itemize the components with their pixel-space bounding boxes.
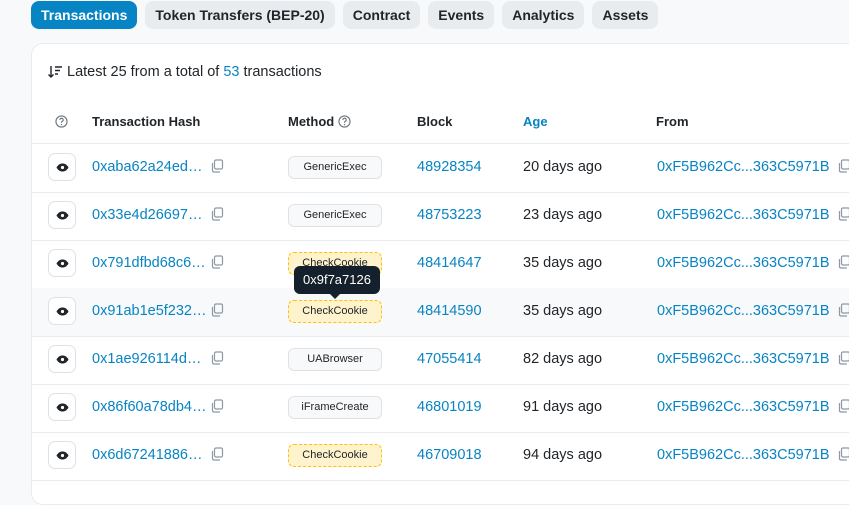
copy-icon[interactable] (210, 351, 224, 365)
table-row: 0xaba62a24ed… GenericExec 48928354 20 da… (32, 144, 849, 193)
column-method: Method (288, 114, 351, 129)
summary-prefix: Latest 25 from a total of (67, 64, 219, 80)
age-text: 82 days ago (523, 351, 602, 367)
preview-eye-button[interactable] (48, 201, 76, 229)
from-address-link[interactable]: 0xF5B962Cc...363C5971B (657, 351, 830, 367)
transactions-summary: Latest 25 from a total of 53 transaction… (47, 64, 322, 80)
block-link[interactable]: 46801019 (417, 399, 482, 415)
sort-descending-icon (47, 64, 63, 80)
table-row: 0x6d67241886… CheckCookie 46709018 94 da… (32, 432, 849, 481)
column-from: From (656, 114, 689, 129)
tab-token-transfers[interactable]: Token Transfers (BEP-20) (145, 1, 334, 29)
preview-eye-button[interactable] (48, 345, 76, 373)
from-address-link[interactable]: 0xF5B962Cc...363C5971B (657, 399, 830, 415)
copy-icon[interactable] (837, 399, 849, 413)
transaction-hash-link[interactable]: 0xaba62a24ed… (92, 159, 202, 175)
copy-icon[interactable] (837, 207, 849, 221)
table-row: 0x33e4d26697… GenericExec 48753223 23 da… (32, 192, 849, 241)
tab-analytics[interactable]: Analytics (502, 1, 584, 29)
copy-icon[interactable] (837, 351, 849, 365)
preview-eye-button[interactable] (48, 393, 76, 421)
tab-transactions[interactable]: Transactions (31, 1, 137, 29)
age-text: 20 days ago (523, 159, 602, 175)
tab-contract[interactable]: Contract (343, 1, 421, 29)
column-age-toggle[interactable]: Age (523, 114, 548, 129)
copy-icon[interactable] (210, 447, 224, 461)
block-link[interactable]: 48414647 (417, 255, 482, 271)
copy-icon[interactable] (837, 447, 849, 461)
table-header: Transaction Hash Method Block Age From (32, 100, 849, 144)
transaction-count-link[interactable]: 53 (223, 64, 239, 80)
tab-assets[interactable]: Assets (592, 1, 658, 29)
transaction-hash-link[interactable]: 0x791dfbd68c6… (92, 255, 206, 271)
eye-icon (56, 211, 69, 220)
column-transaction-hash: Transaction Hash (92, 114, 200, 129)
method-badge: UABrowser (288, 348, 382, 371)
age-text: 23 days ago (523, 207, 602, 223)
block-link[interactable]: 48414590 (417, 303, 482, 319)
eye-icon (56, 307, 69, 316)
tab-bar: Transactions Token Transfers (BEP-20) Co… (31, 1, 658, 29)
from-address-link[interactable]: 0xF5B962Cc...363C5971B (657, 447, 830, 463)
block-link[interactable]: 46709018 (417, 447, 482, 463)
copy-icon[interactable] (210, 207, 224, 221)
eye-icon (56, 259, 69, 268)
preview-eye-button[interactable] (48, 249, 76, 277)
transaction-hash-link[interactable]: 0x1ae926114d… (92, 351, 201, 367)
block-link[interactable]: 48928354 (417, 159, 482, 175)
method-id-tooltip: 0x9f7a7126 (294, 266, 380, 294)
age-text: 94 days ago (523, 447, 602, 463)
block-link[interactable]: 47055414 (417, 351, 482, 367)
age-text: 91 days ago (523, 399, 602, 415)
eye-icon (56, 403, 69, 412)
transaction-hash-link[interactable]: 0x91ab1e5f232… (92, 303, 207, 319)
copy-icon[interactable] (210, 399, 224, 413)
question-circle-icon[interactable] (338, 115, 351, 128)
tab-events[interactable]: Events (428, 1, 494, 29)
transaction-hash-link[interactable]: 0x86f60a78db4… (92, 399, 207, 415)
eye-icon (56, 355, 69, 364)
copy-icon[interactable] (210, 303, 224, 317)
table-row: 0x1ae926114d… UABrowser 47055414 82 days… (32, 336, 849, 385)
column-block: Block (417, 114, 452, 129)
table-row: 0x91ab1e5f232… CheckCookie 48414590 35 d… (32, 288, 849, 337)
preview-eye-button[interactable] (48, 441, 76, 469)
method-badge: CheckCookie (288, 444, 382, 467)
method-badge: iFrameCreate (288, 396, 382, 419)
from-address-link[interactable]: 0xF5B962Cc...363C5971B (657, 159, 830, 175)
from-address-link[interactable]: 0xF5B962Cc...363C5971B (657, 303, 830, 319)
table-row: 0x791dfbd68c6… CheckCookie 48414647 35 d… (32, 240, 849, 289)
column-method-label: Method (288, 114, 334, 129)
block-link[interactable]: 48753223 (417, 207, 482, 223)
copy-icon[interactable] (837, 159, 849, 173)
method-badge: GenericExec (288, 156, 382, 179)
age-text: 35 days ago (523, 303, 602, 319)
eye-icon (56, 163, 69, 172)
question-circle-icon[interactable] (55, 115, 68, 128)
transactions-card: Latest 25 from a total of 53 transaction… (31, 43, 849, 505)
transaction-hash-link[interactable]: 0x33e4d26697… (92, 207, 202, 223)
from-address-link[interactable]: 0xF5B962Cc...363C5971B (657, 207, 830, 223)
age-text: 35 days ago (523, 255, 602, 271)
preview-eye-button[interactable] (48, 297, 76, 325)
method-badge: CheckCookie (288, 300, 382, 323)
from-address-link[interactable]: 0xF5B962Cc...363C5971B (657, 255, 830, 271)
method-badge: GenericExec (288, 204, 382, 227)
transaction-hash-link[interactable]: 0x6d67241886… (92, 447, 202, 463)
preview-eye-button[interactable] (48, 153, 76, 181)
copy-icon[interactable] (210, 255, 224, 269)
eye-icon (56, 451, 69, 460)
copy-icon[interactable] (837, 255, 849, 269)
copy-icon[interactable] (210, 159, 224, 173)
summary-suffix: transactions (243, 64, 321, 80)
table-row: 0x86f60a78db4… iFrameCreate 46801019 91 … (32, 384, 849, 433)
copy-icon[interactable] (837, 303, 849, 317)
